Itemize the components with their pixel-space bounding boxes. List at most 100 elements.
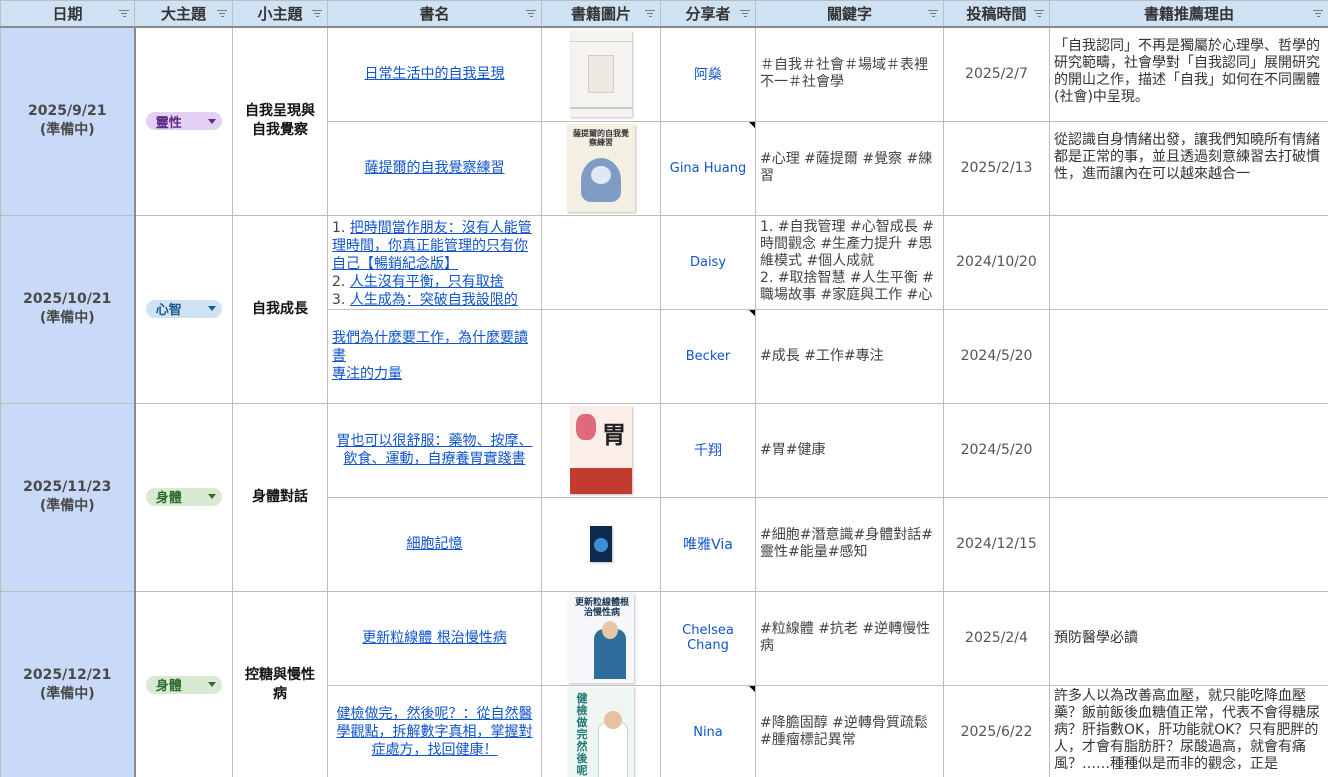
filter-icon[interactable] <box>216 7 228 19</box>
book-cover-image[interactable] <box>570 31 632 118</box>
reason-cell[interactable] <box>1049 214 1328 310</box>
sharer-cell[interactable]: Daisy <box>660 214 756 310</box>
date-cell[interactable]: 2025/10/21 (準備中) <box>0 214 136 404</box>
topic-chip[interactable]: 身體 <box>145 675 222 694</box>
date-cell[interactable]: 2025/9/21 (準備中) <box>0 26 136 216</box>
reason-cell[interactable] <box>1049 402 1328 498</box>
book-link[interactable]: 健檢做完，然後呢？：從自然醫學觀點，拆解數字真相，掌握對症處方，找回健康！ <box>334 705 535 759</box>
image-cell[interactable]: 胃 <box>541 402 661 498</box>
time-cell[interactable]: 2024/5/20 <box>943 402 1050 498</box>
time-cell[interactable]: 2025/6/22 <box>943 684 1050 777</box>
title-cell[interactable]: 更新粒線體 根治慢性病 <box>327 590 542 686</box>
topic-chip[interactable]: 身體 <box>145 487 222 506</box>
filter-icon[interactable] <box>118 7 130 19</box>
dropdown-caret-icon[interactable] <box>207 306 216 312</box>
image-cell[interactable]: 健檢做完然後呢 <box>541 684 661 777</box>
image-cell[interactable]: 薩提爾的自我覺察練習 <box>541 120 661 216</box>
topic-cell[interactable]: 靈性 <box>134 26 233 216</box>
reason-cell[interactable]: 許多人以為改善高血壓，就只能吃降血壓藥？飯前飯後血糖值正常，代表不會得糖尿病？肝… <box>1049 684 1328 777</box>
reason-cell[interactable]: 「自我認同」不再是獨屬於心理學、哲學的研究範疇，社會學對「自我認同」展開研究的開… <box>1049 26 1328 122</box>
book-link[interactable]: 日常生活中的自我呈現 <box>334 65 535 83</box>
subtopic-cell[interactable]: 自我成長 <box>232 214 328 404</box>
title-cell[interactable]: 日常生活中的自我呈現 <box>327 26 542 122</box>
dropdown-caret-icon[interactable] <box>207 682 216 688</box>
book-link[interactable]: 專注的力量 <box>332 365 537 383</box>
sharer-cell[interactable]: 阿燊 <box>660 26 756 122</box>
topic-cell[interactable]: 身體 <box>134 590 233 777</box>
filter-icon[interactable] <box>311 7 323 19</box>
topic-chip[interactable]: 靈性 <box>145 112 222 131</box>
sharer-cell[interactable]: Gina Huang <box>660 120 756 216</box>
dropdown-caret-icon[interactable] <box>207 118 216 124</box>
keywords-cell[interactable]: #降膽固醇 #逆轉骨質疏鬆 #腫瘤標記異常 <box>755 684 944 777</box>
time-cell[interactable]: 2024/12/15 <box>943 496 1050 592</box>
keywords-cell[interactable]: #粒線體 #抗老 #逆轉慢性病 <box>755 590 944 686</box>
book-link[interactable]: 細胞記憶 <box>334 535 535 553</box>
title-cell[interactable]: 薩提爾的自我覺察練習 <box>327 120 542 216</box>
comment-marker-icon[interactable] <box>749 686 755 692</box>
sharer-cell[interactable]: 唯雅Via <box>660 496 756 592</box>
date-cell[interactable]: 2025/11/23 (準備中) <box>0 402 136 592</box>
filter-icon[interactable] <box>1312 7 1324 19</box>
sharer-cell[interactable]: 千翔 <box>660 402 756 498</box>
book-cover-image[interactable]: 健檢做完然後呢 <box>568 687 634 777</box>
time-cell[interactable]: 2025/2/7 <box>943 26 1050 122</box>
keywords-cell[interactable]: #成長 #工作#專注 <box>755 308 944 404</box>
keywords-cell[interactable]: #胃#健康 <box>755 402 944 498</box>
filter-icon[interactable] <box>927 7 939 19</box>
filter-icon[interactable] <box>525 7 537 19</box>
topic-cell[interactable]: 心智 <box>134 214 233 404</box>
subtopic-cell[interactable]: 身體對話 <box>232 402 328 592</box>
reason-cell[interactable]: 從認識自身情緒出發，讓我們知曉所有情緒都是正常的事，並且透過刻意練習去打破慣性，… <box>1049 120 1328 216</box>
book-link[interactable]: 薩提爾的自我覺察練習 <box>334 159 535 177</box>
time-cell[interactable]: 2025/2/4 <box>943 590 1050 686</box>
image-cell[interactable]: 更新粒線體根治慢性病 <box>541 590 661 686</box>
title-cell[interactable]: 健檢做完，然後呢？：從自然醫學觀點，拆解數字真相，掌握對症處方，找回健康！ <box>327 684 542 777</box>
image-cell[interactable] <box>541 308 661 404</box>
image-cell[interactable] <box>541 496 661 592</box>
time-cell[interactable]: 2025/2/13 <box>943 120 1050 216</box>
filter-icon[interactable] <box>1033 7 1045 19</box>
book-link[interactable]: 更新粒線體 根治慢性病 <box>334 629 535 647</box>
sharer-cell[interactable]: Nina <box>660 684 756 777</box>
header-book-image: 書籍圖片 <box>541 0 661 28</box>
reason-cell[interactable] <box>1049 496 1328 592</box>
sharer-cell[interactable]: Chelsea Chang <box>660 590 756 686</box>
book-cover-image[interactable]: 薩提爾的自我覺察練習 <box>567 124 635 212</box>
topic-cell[interactable]: 身體 <box>134 402 233 592</box>
dropdown-caret-icon[interactable] <box>207 494 216 500</box>
book-link[interactable]: 1. 把時間當作朋友：沒有人能管理時間，你真正能管理的只有你自己【暢銷紀念版】 <box>332 219 537 273</box>
book-link[interactable]: 胃也可以很舒服：藥物、按摩、飲食、運動，自療養胃實踐書 <box>334 432 535 468</box>
book-link[interactable]: 3. 人生成為：突破自我設限的 <box>332 291 537 309</box>
title-cell[interactable]: 胃也可以很舒服：藥物、按摩、飲食、運動，自療養胃實踐書 <box>327 402 542 498</box>
subtopic-cell[interactable]: 控糖與慢性病 <box>232 590 328 777</box>
book-cover-image[interactable] <box>590 526 612 562</box>
comment-marker-icon[interactable] <box>749 122 755 128</box>
title-cell[interactable]: 我們為什麼要工作，為什麼要讀書 專注的力量 <box>327 308 542 404</box>
subtopic-cell[interactable]: 自我呈現與自我覺察 <box>232 26 328 216</box>
header-reason: 書籍推薦理由 <box>1049 0 1328 28</box>
title-cell[interactable]: 1. 把時間當作朋友：沒有人能管理時間，你真正能管理的只有你自己【暢銷紀念版】 … <box>327 214 542 310</box>
date-cell[interactable]: 2025/12/21 (準備中) <box>0 590 136 777</box>
reason-cell[interactable]: 預防醫學必讀 <box>1049 590 1328 686</box>
book-link[interactable]: 我們為什麼要工作，為什麼要讀書 <box>332 329 537 365</box>
book-cover-image[interactable]: 胃 <box>570 406 632 494</box>
keywords-cell[interactable]: #心理 #薩提爾 #覺察 #練習 <box>755 120 944 216</box>
image-cell[interactable] <box>541 26 661 122</box>
time-cell[interactable]: 2024/5/20 <box>943 308 1050 404</box>
time-cell[interactable]: 2024/10/20 <box>943 214 1050 310</box>
image-cell[interactable] <box>541 214 661 310</box>
book-cover-image[interactable]: 更新粒線體根治慢性病 <box>568 593 634 683</box>
book-link[interactable]: 2. 人生沒有平衡，只有取捨 <box>332 273 537 291</box>
topic-chip[interactable]: 心智 <box>145 299 222 318</box>
title-cell[interactable]: 細胞記憶 <box>327 496 542 592</box>
sharer-cell[interactable]: Becker <box>660 308 756 404</box>
spreadsheet: 日期 大主題 小主題 書名 書籍圖片 分享者 關鍵字 投稿時間 書籍推薦理由 2… <box>0 0 1328 777</box>
reason-cell[interactable] <box>1049 308 1328 404</box>
keywords-cell[interactable]: ＃自我＃社會＃場域＃表裡不一＃社會學 <box>755 26 944 122</box>
filter-icon[interactable] <box>644 7 656 19</box>
keywords-cell[interactable]: 1. #自我管理 #心智成長 #時間觀念 #生產力提升 #思維模式 #個人成就 … <box>755 214 944 310</box>
filter-icon[interactable] <box>739 7 751 19</box>
keywords-cell[interactable]: #細胞#潛意識#身體對話#靈性#能量#感知 <box>755 496 944 592</box>
comment-marker-icon[interactable] <box>749 310 755 316</box>
